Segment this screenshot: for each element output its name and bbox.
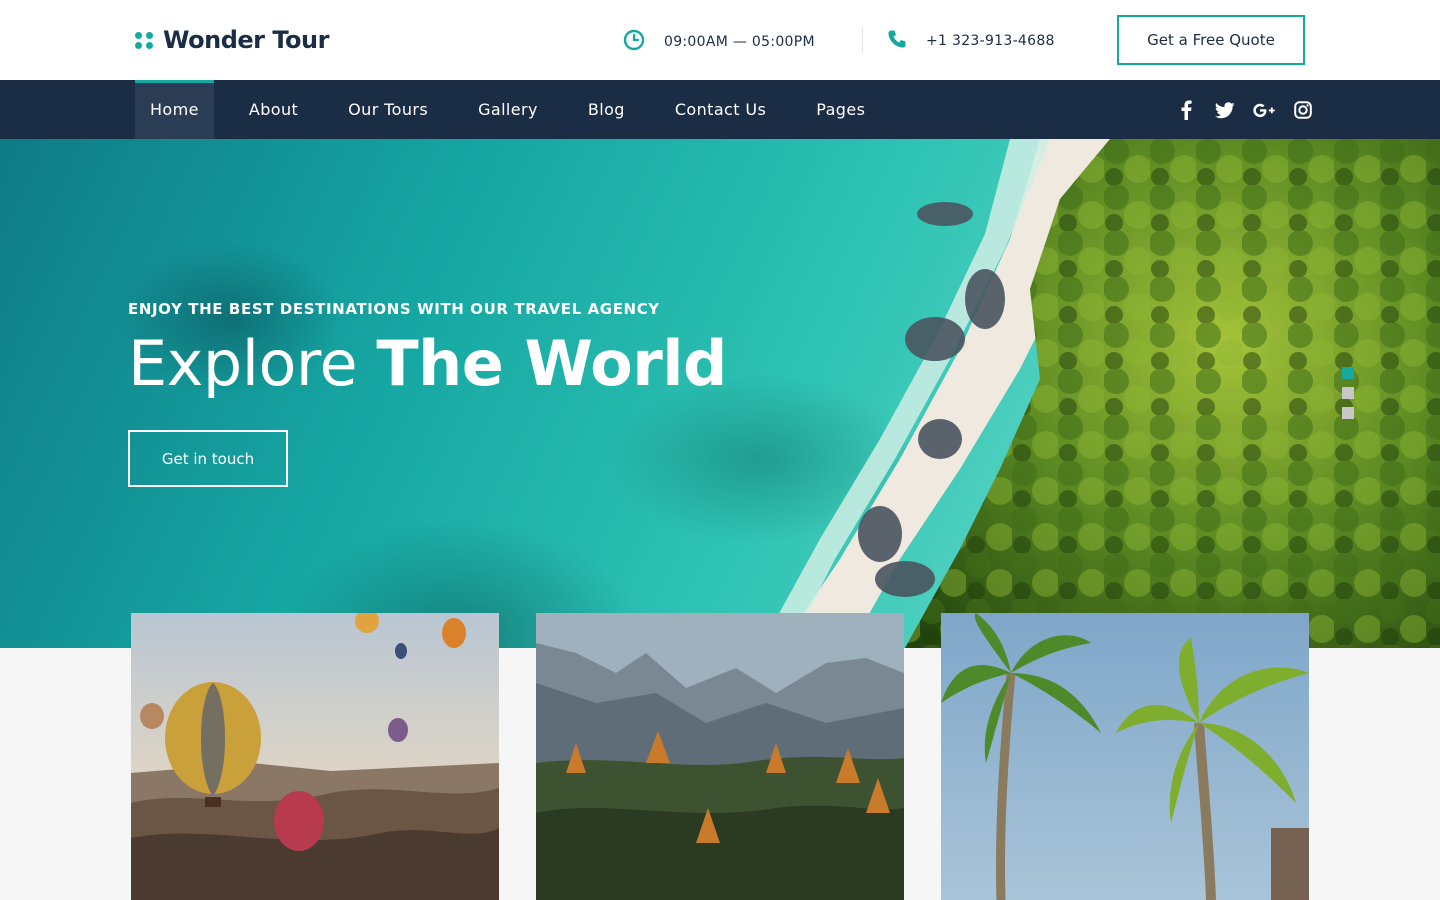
instagram-icon[interactable]: [1292, 99, 1314, 121]
twitter-icon[interactable]: [1214, 99, 1236, 121]
hero-title-light: Explore: [128, 327, 358, 400]
nav-menu: Home About Our Tours Gallery Blog Contac…: [135, 80, 900, 139]
slider-pagination: [1342, 367, 1354, 427]
header-divider: [862, 28, 863, 52]
facebook-icon[interactable]: [1175, 99, 1197, 121]
google-plus-icon[interactable]: [1253, 99, 1275, 121]
tour-card-mountains[interactable]: [536, 613, 904, 900]
clock-icon: [623, 29, 645, 55]
nav-item-contact-us[interactable]: Contact Us: [660, 80, 781, 139]
nav-item-gallery[interactable]: Gallery: [463, 80, 553, 139]
get-free-quote-button[interactable]: Get a Free Quote: [1117, 15, 1305, 65]
hero-kicker: ENJOY THE BEST DESTINATIONS WITH OUR TRA…: [128, 300, 660, 318]
slide-dot-2[interactable]: [1342, 387, 1354, 399]
nav-item-our-tours[interactable]: Our Tours: [333, 80, 443, 139]
logo[interactable]: Wonder Tour: [135, 26, 329, 54]
nav-item-about[interactable]: About: [234, 80, 313, 139]
top-header: Wonder Tour 09:00AM — 05:00PM +1 323-913…: [0, 0, 1440, 80]
hero-title: Explore The World: [128, 327, 727, 400]
hero-title-bold: The World: [376, 327, 727, 400]
phone-number[interactable]: +1 323-913-4688: [926, 33, 1055, 49]
phone-icon: [887, 29, 907, 53]
social-links: [1175, 99, 1314, 121]
nav-item-pages[interactable]: Pages: [801, 80, 880, 139]
main-nav: Home About Our Tours Gallery Blog Contac…: [0, 80, 1440, 139]
mountain-forest-image: [536, 613, 904, 900]
tour-card-palms[interactable]: [941, 613, 1309, 900]
brand-name: Wonder Tour: [163, 26, 329, 54]
nav-item-home[interactable]: Home: [135, 80, 214, 139]
hours-text: 09:00AM — 05:00PM: [664, 34, 815, 50]
slide-dot-1[interactable]: [1342, 367, 1354, 379]
phone-contact: +1 323-913-4688: [887, 29, 1055, 53]
hero-slider: ENJOY THE BEST DESTINATIONS WITH OUR TRA…: [0, 139, 1440, 648]
get-in-touch-button[interactable]: Get in touch: [128, 430, 288, 487]
hot-air-balloons-image: [131, 613, 499, 900]
business-hours: 09:00AM — 05:00PM: [623, 29, 815, 55]
logo-dots-icon: [135, 30, 155, 50]
palm-trees-image: [941, 613, 1309, 900]
nav-item-blog[interactable]: Blog: [573, 80, 640, 139]
tour-card-balloons[interactable]: [131, 613, 499, 900]
slide-dot-3[interactable]: [1342, 407, 1354, 419]
